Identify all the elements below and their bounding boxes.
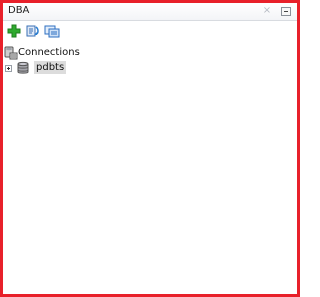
toolbar [3,21,297,43]
tree-root-connections[interactable]: Connections [3,46,123,60]
add-icon [7,24,21,38]
tree-root-label: Connections [18,47,80,58]
panel-title: DBA [8,5,30,16]
minimize-button[interactable] [281,7,291,16]
filter-icon [44,25,60,38]
filter-button[interactable] [44,23,60,39]
connections-icon [4,46,18,60]
database-icon [17,61,29,74]
close-button[interactable]: × [262,5,272,17]
dba-panel-frame [0,0,300,297]
expand-toggle[interactable] [5,65,12,72]
add-connection-button[interactable] [6,23,22,39]
refresh-button[interactable] [25,23,41,39]
tree-item-pdbts[interactable]: pdbts [3,61,123,75]
panel-header: DBA × [3,3,297,21]
tree-item-label: pdbts [34,61,67,74]
refresh-icon [26,25,39,37]
